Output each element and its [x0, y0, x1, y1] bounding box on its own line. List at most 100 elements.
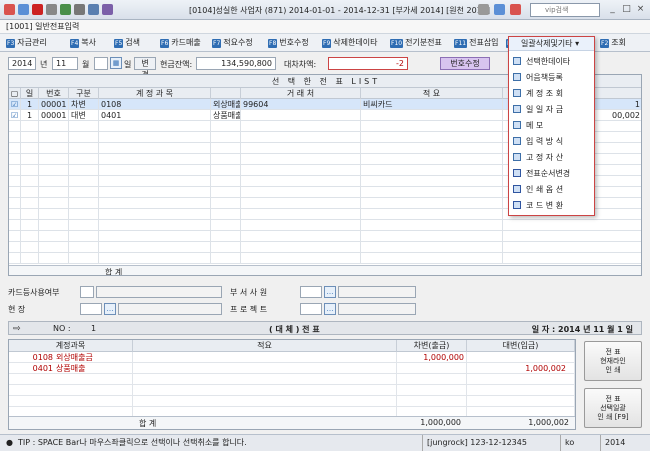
table-cell [39, 143, 69, 154]
lines-cell [397, 385, 467, 396]
list-item[interactable] [9, 396, 575, 407]
menu-header[interactable]: 일괄삭제및기타 ▾ [509, 37, 594, 51]
table-row[interactable] [9, 253, 641, 264]
menu-item-icon [513, 73, 521, 81]
table-row[interactable] [9, 242, 641, 253]
toolbar-button-2[interactable]: F5 검색 [114, 37, 140, 49]
menu-item[interactable]: 인 쇄 옵 션 [513, 183, 593, 197]
lines-cell [133, 396, 397, 407]
year-field[interactable]: 2014 [8, 57, 36, 70]
menu-item[interactable]: 메 모 [513, 119, 593, 133]
table-cell [9, 253, 21, 264]
print-selected-button[interactable]: 전 표 선택일괄 인 쇄 [F9] [584, 388, 642, 428]
status-year: 2014 [600, 435, 625, 451]
table-cell [9, 187, 21, 198]
project-search-icon[interactable]: … [324, 303, 336, 315]
print-icon[interactable] [46, 4, 57, 15]
table-cell [241, 198, 361, 209]
table-cell [361, 143, 503, 154]
help-icon[interactable] [88, 4, 99, 15]
lines-cell [133, 363, 397, 374]
table-cell [69, 209, 99, 220]
menu-item[interactable]: 코 드 변 환 [513, 199, 593, 213]
close-icon[interactable]: × [634, 3, 647, 16]
lines-cell [9, 396, 133, 407]
window-icon[interactable] [494, 4, 505, 15]
toolbar-button-7[interactable]: F10 전기분전표 [390, 37, 442, 49]
table-cell [211, 165, 241, 176]
toolbar-button-10[interactable]: F2 조회 [600, 37, 626, 49]
change-button[interactable]: 변경 [134, 57, 156, 79]
arrow-icon: ⇨ [13, 324, 21, 334]
toolbar-button-5[interactable]: F8 번호수정 [268, 37, 309, 49]
calendar-icon[interactable]: ▦ [110, 57, 122, 69]
app-icon[interactable] [4, 4, 15, 15]
toolbar-button-8[interactable]: F11 전표삽입 [454, 37, 499, 49]
delete-icon[interactable] [32, 4, 43, 15]
menu-item[interactable]: 어음책등록 [513, 71, 593, 85]
print-selected-label: 전 표 선택일괄 인 쇄 [F9] [597, 395, 629, 421]
list-item[interactable]: 0108 외상매출금 1,000,000 [9, 352, 575, 363]
card-usage-select[interactable] [96, 286, 222, 298]
code-icon[interactable] [60, 4, 71, 15]
menu-item-label: 코 드 변 환 [526, 201, 564, 210]
staff-code-field[interactable] [300, 286, 322, 298]
table-cell [69, 187, 99, 198]
toolbar-button-3[interactable]: F6 카드매출 [160, 37, 201, 49]
lines-cell [467, 352, 575, 363]
day-field[interactable] [94, 57, 108, 70]
function-key-badge: F5 [114, 38, 124, 48]
table-cell [21, 154, 39, 165]
menu-item[interactable]: 선택한데이타 [513, 55, 593, 69]
table-cell [21, 176, 39, 187]
row-checkbox[interactable]: ☑ [9, 99, 21, 110]
menu-item[interactable]: 일 일 자 금 [513, 103, 593, 117]
user-info: [jungrock] 123-12-12345 [422, 435, 527, 451]
menu-item[interactable]: 전표순서변경 [513, 167, 593, 181]
site-search-icon[interactable]: … [104, 303, 116, 315]
table-row[interactable] [9, 231, 641, 242]
toolbar-button-4[interactable]: F7 적요수정 [212, 37, 253, 49]
tools-icon[interactable] [478, 4, 489, 15]
menu-item[interactable]: 고 정 자 산 [513, 151, 593, 165]
alarm-icon[interactable] [510, 4, 521, 15]
table-row[interactable] [9, 220, 641, 231]
card-usage-checkbox[interactable] [80, 286, 94, 298]
minimize-icon[interactable]: _ [606, 3, 619, 16]
table-cell: 99604 [241, 99, 361, 110]
diff-label: 대차차액: [284, 60, 317, 69]
save-icon[interactable] [18, 4, 29, 15]
list-item[interactable]: 0401 상품매출 1,000,002 [9, 363, 575, 374]
calculator-icon[interactable] [102, 4, 113, 15]
row-checkbox[interactable]: ☑ [9, 110, 21, 121]
cash-value: 134,590,800 [196, 57, 276, 70]
toolbar-button-6[interactable]: F9 삭제한데이타 [322, 37, 377, 49]
lines-total-label: 합 계 [139, 419, 157, 428]
cancel-icon[interactable] [74, 4, 85, 15]
month-select[interactable]: 11 [52, 57, 78, 70]
menu-item[interactable]: 계 정 조 회 [513, 87, 593, 101]
vip-search-input[interactable]: vip검색 [530, 3, 600, 17]
print-current-line-button[interactable]: 전 표 현재라인 인 쇄 [584, 341, 642, 381]
table-cell [21, 209, 39, 220]
list-item[interactable] [9, 374, 575, 385]
site-code-field[interactable] [80, 303, 102, 315]
menu-item[interactable]: 입 력 방 식 [513, 135, 593, 149]
table-cell [39, 231, 69, 242]
list-item[interactable] [9, 385, 575, 396]
table-cell [99, 187, 211, 198]
menu-header-label: 일괄삭제및기타 [521, 39, 573, 48]
renumber-button[interactable]: 번호수정 [440, 57, 490, 70]
project-code-field[interactable] [300, 303, 322, 315]
toolbar-button-0[interactable]: F3 자금관리 [6, 37, 47, 49]
table-cell [241, 176, 361, 187]
staff-search-icon[interactable]: … [324, 286, 336, 298]
window-title: [0104]성실한 사업자 (871) 2014-01-01 - 2014-12… [188, 6, 490, 15]
table-cell: 00001 [39, 99, 69, 110]
lines-header-cell: 계정과목 [9, 340, 133, 352]
maximize-icon[interactable]: □ [620, 3, 633, 16]
toolbar-button-1[interactable]: F4 복사 [70, 37, 96, 49]
select-all-checkbox[interactable]: ▢ [9, 88, 21, 99]
table-cell [211, 154, 241, 165]
lines-header-cell: 대변(입금) [467, 340, 575, 352]
